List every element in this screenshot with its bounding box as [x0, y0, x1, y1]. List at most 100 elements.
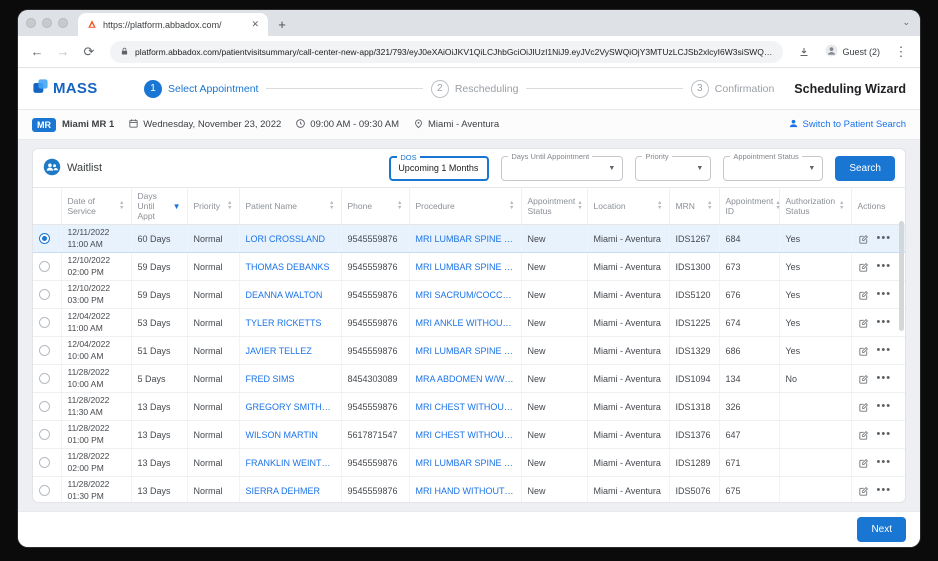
row-select-radio[interactable] — [39, 373, 50, 385]
close-window-button[interactable] — [26, 18, 36, 28]
patient-name-link[interactable]: FRANKLIN WEINTRAUB — [239, 448, 342, 477]
row-select-radio[interactable] — [39, 317, 50, 329]
step-confirmation[interactable]: 3 Confirmation — [690, 79, 774, 98]
patient-name-link[interactable]: SIERRA DEHMER — [239, 476, 342, 502]
procedure-link[interactable]: MRI HAND WITHOUT(73... — [409, 476, 522, 502]
browser-menu-icon[interactable]: ⋮ — [890, 41, 912, 63]
table-row[interactable]: 11/28/2022 01:30 PM 13 Days Normal SIERRA DE… — [33, 476, 905, 502]
col-phone[interactable]: Phone ▲ ▼ — [341, 187, 410, 225]
row-select-radio[interactable] — [39, 429, 50, 441]
step-select-appointment[interactable]: 1 Select Appointment — [144, 79, 258, 98]
col-days-until-appt[interactable]: Days Until Appt ▼ — [131, 187, 188, 225]
zoom-window-button[interactable] — [58, 18, 68, 28]
edit-appointment-icon[interactable] — [858, 346, 869, 357]
procedure-link[interactable]: MRI LUMBAR SPINE WIT... — [409, 224, 522, 253]
patient-name-link[interactable]: WILSON MARTIN — [239, 420, 342, 449]
edit-appointment-icon[interactable] — [858, 262, 869, 273]
edit-appointment-icon[interactable] — [858, 374, 869, 385]
sort-icon[interactable]: ▲ ▼ — [397, 200, 402, 211]
days-until-appointment-filter[interactable]: Days Until Appointment ▼ — [501, 151, 624, 181]
sort-icon[interactable]: ▲ ▼ — [227, 200, 232, 211]
appointment-status-filter[interactable]: Appointment Status ▼ — [723, 151, 824, 181]
reload-icon[interactable]: ⟳ — [78, 41, 100, 63]
col-authorization-status[interactable]: Authorization Status ▲ ▼ — [779, 187, 852, 225]
patient-name-link[interactable]: JAVIER TELLEZ — [239, 336, 342, 365]
patient-name-link[interactable]: THOMAS DEBANKS — [239, 252, 342, 281]
table-row[interactable]: 12/10/2022 03:00 PM 59 Days Normal DEANNA WA… — [33, 280, 905, 309]
scrollbar-thumb[interactable] — [899, 221, 904, 331]
procedure-link[interactable]: MRI ANKLE WITHOUT(7... — [409, 308, 522, 337]
back-icon[interactable]: ← — [26, 41, 48, 63]
procedure-link[interactable]: MRI SACRUM/COCCYX ... — [409, 280, 522, 309]
table-row[interactable]: 12/11/2022 11:00 AM 60 Days Normal LORI CROS… — [33, 224, 905, 253]
patient-name-link[interactable]: FRED SIMS — [239, 364, 342, 393]
row-more-actions-icon[interactable]: ••• — [877, 400, 892, 412]
table-row[interactable]: 11/28/2022 11:30 AM 13 Days Normal GREGORY S… — [33, 392, 905, 421]
procedure-link[interactable]: MRI LUMBAR SPINE W/... — [409, 448, 522, 477]
col-procedure[interactable]: Procedure ▲ ▼ — [409, 187, 522, 225]
procedure-link[interactable]: MRI CHEST WITHOUT(7... — [409, 392, 522, 421]
browser-tab[interactable]: https://platform.abbadox.com/ ✕ — [78, 13, 268, 36]
col-location[interactable]: Location ▲ ▼ — [587, 187, 670, 225]
table-row[interactable]: 11/28/2022 02:00 PM 13 Days Normal FRANKLIN … — [33, 448, 905, 477]
col-mrn[interactable]: MRN ▲ ▼ — [669, 187, 720, 225]
sort-icon[interactable]: ▲ ▼ — [839, 200, 844, 211]
search-button[interactable]: Search — [835, 155, 895, 181]
tab-close-icon[interactable]: ✕ — [251, 19, 259, 30]
patient-name-link[interactable]: DEANNA WALTON — [239, 280, 342, 309]
table-row[interactable]: 12/04/2022 10:00 AM 51 Days Normal JAVIER TE… — [33, 336, 905, 365]
tab-search-chevron-icon[interactable]: ⌄ — [902, 17, 910, 28]
procedure-link[interactable]: MRA ABDOMEN W/WO(7... — [409, 364, 522, 393]
dos-filter[interactable]: DOS Upcoming 1 Months — [389, 152, 490, 181]
procedure-link[interactable]: MRI LUMBAR SPINE WIT... — [409, 252, 522, 281]
sort-icon[interactable]: ▲ ▼ — [707, 200, 712, 211]
priority-filter[interactable]: Priority ▼ — [635, 151, 712, 181]
row-more-actions-icon[interactable]: ••• — [877, 344, 892, 356]
procedure-link[interactable]: MRI CHEST WITHOUT(7... — [409, 420, 522, 449]
step-rescheduling[interactable]: 2 Rescheduling — [430, 79, 518, 98]
row-more-actions-icon[interactable]: ••• — [877, 232, 892, 244]
sort-icon[interactable]: ▲ ▼ — [657, 200, 662, 211]
procedure-link[interactable]: MRI LUMBAR SPINE WIT... — [409, 336, 522, 365]
col-appointment-status[interactable]: Appointment Status ▲ ▼ — [521, 187, 588, 225]
sort-icon[interactable]: ▲ ▼ — [775, 200, 780, 211]
table-scrollbar[interactable] — [899, 221, 904, 498]
edit-appointment-icon[interactable] — [858, 486, 869, 497]
row-select-radio[interactable] — [39, 345, 50, 357]
browser-profile-chip[interactable]: Guest (2) — [819, 42, 886, 61]
save-page-icon[interactable] — [793, 41, 815, 63]
row-select-radio[interactable] — [39, 289, 50, 301]
patient-name-link[interactable]: LORI CROSSLAND — [239, 224, 342, 253]
col-patient-name[interactable]: Patient Name ▲ ▼ — [239, 187, 342, 225]
edit-appointment-icon[interactable] — [858, 402, 869, 413]
row-select-radio[interactable] — [39, 457, 50, 469]
table-row[interactable]: 12/04/2022 11:00 AM 53 Days Normal TYLER RIC… — [33, 308, 905, 337]
table-row[interactable]: 12/10/2022 02:00 PM 59 Days Normal THOMAS DE… — [33, 252, 905, 281]
next-button[interactable]: Next — [857, 517, 906, 542]
row-more-actions-icon[interactable]: ••• — [877, 316, 892, 328]
sort-icon[interactable]: ▲ ▼ — [329, 200, 334, 211]
new-tab-button[interactable]: + — [272, 14, 292, 34]
edit-appointment-icon[interactable] — [858, 234, 869, 245]
col-appointment-id[interactable]: Appointment ID ▲ ▼ — [719, 187, 781, 225]
forward-icon[interactable]: → — [52, 41, 74, 63]
row-select-radio[interactable] — [39, 261, 50, 273]
row-select-radio[interactable] — [39, 401, 50, 413]
edit-appointment-icon[interactable] — [858, 318, 869, 329]
row-more-actions-icon[interactable]: ••• — [877, 428, 892, 440]
table-row[interactable]: 11/28/2022 01:00 PM 13 Days Normal WILSON MA… — [33, 420, 905, 449]
row-more-actions-icon[interactable]: ••• — [877, 288, 892, 300]
patient-name-link[interactable]: GREGORY SMITHSON — [239, 392, 342, 421]
row-select-radio[interactable] — [39, 485, 50, 497]
row-more-actions-icon[interactable]: ••• — [877, 456, 892, 468]
row-more-actions-icon[interactable]: ••• — [877, 484, 892, 496]
edit-appointment-icon[interactable] — [858, 430, 869, 441]
col-priority[interactable]: Priority ▲ ▼ — [187, 187, 240, 225]
address-bar[interactable]: platform.abbadox.com/patientvisitsummary… — [110, 40, 784, 63]
patient-name-link[interactable]: TYLER RICKETTS — [239, 308, 342, 337]
switch-to-patient-search-link[interactable]: Switch to Patient Search — [788, 118, 906, 132]
sort-icon[interactable]: ▲ ▼ — [509, 200, 514, 211]
row-more-actions-icon[interactable]: ••• — [877, 260, 892, 272]
col-date-of-service[interactable]: Date of Service ▲ ▼ — [61, 187, 132, 225]
table-row[interactable]: 11/28/2022 10:00 AM 5 Days Normal FRED SIMS 8… — [33, 364, 905, 393]
